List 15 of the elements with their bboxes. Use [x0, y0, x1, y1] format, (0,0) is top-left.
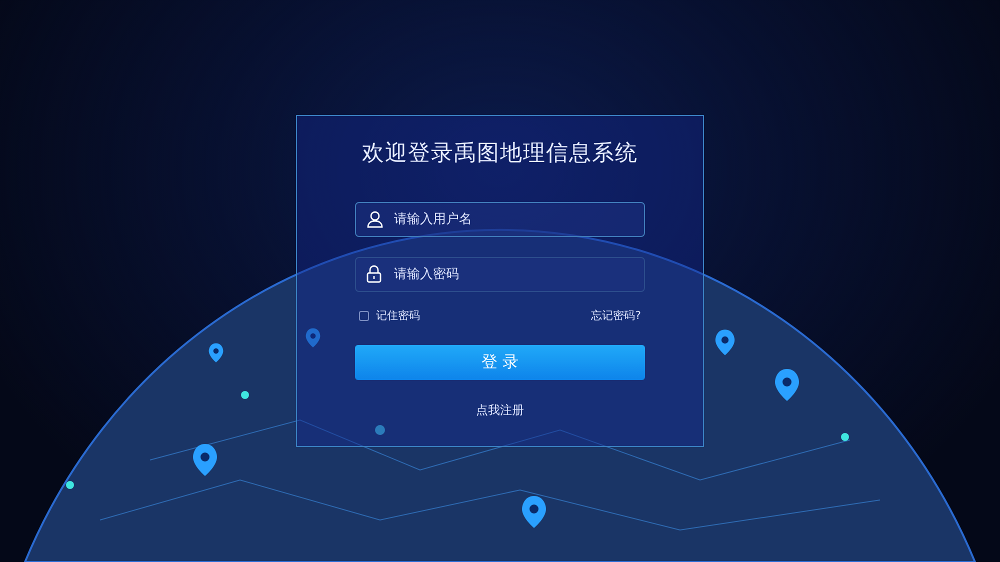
map-pin-icon — [306, 328, 320, 348]
remember-label: 记住密码 — [376, 308, 420, 323]
map-pin-icon — [208, 343, 224, 362]
map-pin-icon — [775, 369, 799, 401]
remember-checkbox[interactable] — [359, 310, 369, 320]
lock-icon — [366, 265, 382, 283]
map-pin-icon — [522, 496, 546, 528]
username-field[interactable]: 请输入用户名 — [355, 202, 645, 237]
forgot-password-link[interactable]: 忘记密码? — [591, 308, 641, 323]
map-pin-icon — [193, 444, 217, 476]
register-link[interactable]: 点我注册 — [476, 402, 524, 419]
login-title: 欢迎登录禹图地理信息系统 — [362, 140, 638, 168]
password-field[interactable]: 请输入密码 — [355, 257, 645, 292]
map-pin-icon — [715, 330, 735, 356]
user-icon — [366, 210, 384, 228]
